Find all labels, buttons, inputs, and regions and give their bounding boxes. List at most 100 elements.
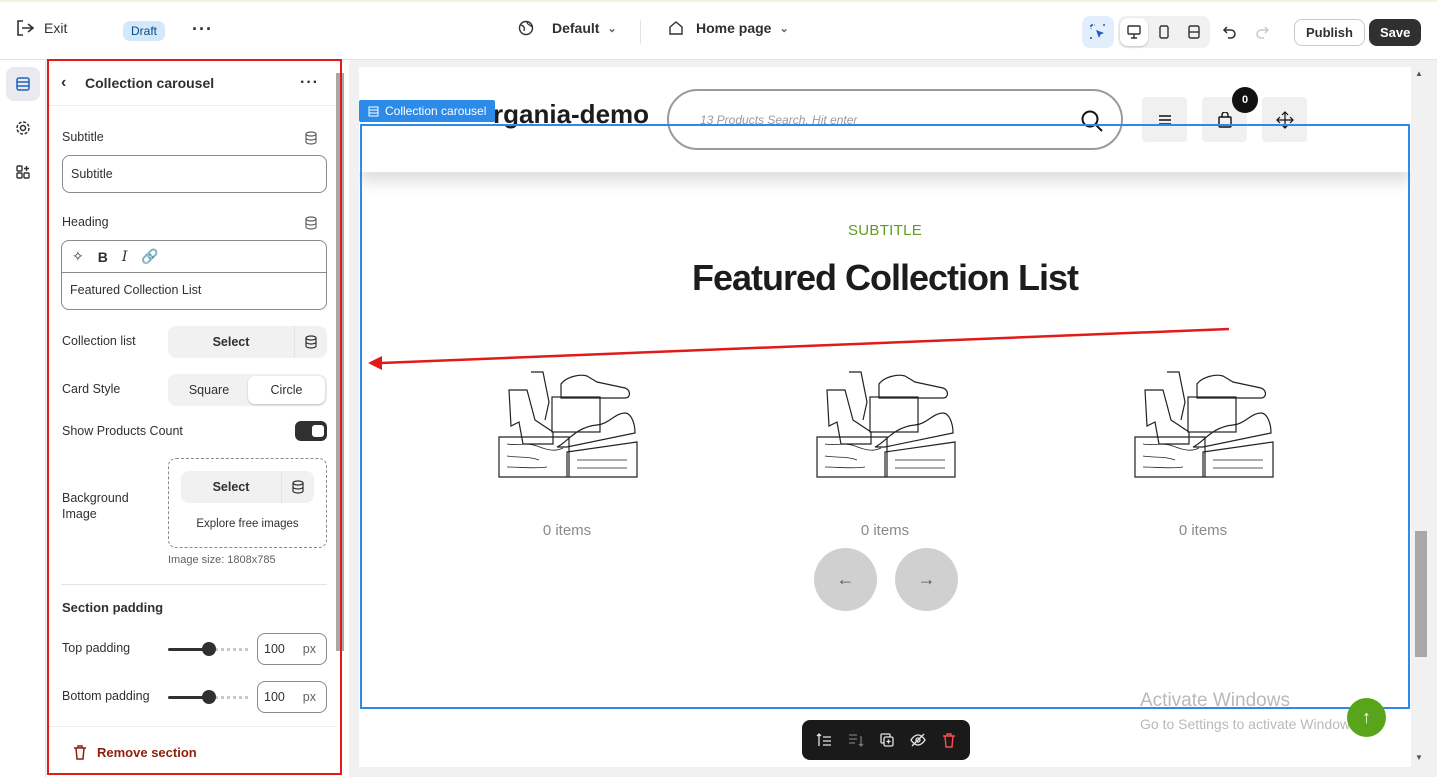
store-logo[interactable]: rgania-demo xyxy=(493,99,649,130)
top-padding-input[interactable]: 100 px xyxy=(257,633,327,665)
card-style-label: Card Style xyxy=(62,382,121,396)
subtitle-input[interactable]: Subtitle xyxy=(62,155,327,193)
rte-toolbar: ✧ B I 🔗 xyxy=(62,241,326,273)
image-select-button[interactable]: Select xyxy=(181,471,281,503)
move-down-icon[interactable] xyxy=(848,733,864,747)
redo-icon[interactable] xyxy=(1246,16,1278,48)
editor-topbar: Exit Draft ··· Default ⌄ Home page ⌄ Pub… xyxy=(0,0,1437,60)
show-products-count-toggle[interactable] xyxy=(295,421,327,441)
settings-gear-icon[interactable] xyxy=(6,111,40,145)
subtitle-label: Subtitle xyxy=(62,130,104,144)
collection-list-label: Collection list xyxy=(62,334,136,348)
ai-sparkle-icon[interactable]: ✧ xyxy=(72,248,84,265)
canvas-scrollbar[interactable]: ▲ ▼ xyxy=(1413,67,1427,767)
search-icon[interactable] xyxy=(1080,109,1104,133)
page-label: Home page xyxy=(696,20,772,36)
undo-icon[interactable] xyxy=(1214,16,1246,48)
collection-item-count: 0 items xyxy=(1178,522,1228,539)
selected-section-tag[interactable]: Collection carousel xyxy=(359,100,496,122)
fullwidth-icon[interactable] xyxy=(1180,18,1208,46)
watermark-subtitle: Go to Settings to activate Windows. xyxy=(1140,716,1361,732)
duplicate-icon[interactable] xyxy=(880,733,894,747)
move-icon[interactable] xyxy=(1262,97,1307,142)
back-chevron-icon[interactable]: ‹ xyxy=(61,74,75,92)
delete-trash-icon[interactable] xyxy=(942,732,956,748)
move-up-icon[interactable] xyxy=(816,733,832,747)
explore-free-images-link[interactable]: Explore free images xyxy=(169,518,326,530)
draft-badge: Draft xyxy=(123,21,166,41)
more-options-icon[interactable]: ··· xyxy=(300,74,319,92)
background-image-label: Background Image xyxy=(62,491,129,521)
heading-input[interactable]: Featured Collection List xyxy=(62,273,326,307)
exit-label: Exit xyxy=(44,20,68,36)
collection-card[interactable]: 0 items xyxy=(1123,352,1283,539)
collection-card[interactable]: 0 items xyxy=(805,352,965,539)
bottom-padding-input[interactable]: 100 px xyxy=(257,681,327,713)
panel-title: Collection carousel xyxy=(85,74,215,91)
carousel-prev-button[interactable]: ← xyxy=(814,548,877,611)
unit-label: px xyxy=(302,642,316,656)
mobile-icon[interactable] xyxy=(1150,18,1178,46)
hide-eye-icon[interactable] xyxy=(910,733,926,747)
link-icon[interactable]: 🔗 xyxy=(141,248,158,265)
page-selector[interactable]: Home page ⌄ xyxy=(668,20,789,36)
trash-icon xyxy=(74,744,86,760)
menu-icon[interactable] xyxy=(1142,97,1187,142)
chevron-down-icon: ⌄ xyxy=(607,22,617,35)
store-search-bar[interactable]: 13 Products Search, Hit enter xyxy=(667,89,1123,150)
publish-button[interactable]: Publish xyxy=(1294,19,1365,46)
inspector-icon[interactable] xyxy=(1082,16,1114,48)
card-style-square[interactable]: Square xyxy=(170,376,248,404)
section-subtitle[interactable]: SUBTITLE xyxy=(359,222,1411,239)
desktop-icon[interactable] xyxy=(1120,18,1148,46)
unit-label: px xyxy=(302,690,316,704)
carousel-next-button[interactable]: → xyxy=(895,548,958,611)
remove-section-label: Remove section xyxy=(97,744,197,760)
slider-handle[interactable] xyxy=(202,690,216,704)
slider-handle[interactable] xyxy=(202,642,216,656)
show-products-count-label: Show Products Count xyxy=(62,424,183,438)
panel-scrollbar[interactable] xyxy=(336,73,344,723)
exit-icon xyxy=(17,20,34,36)
dynamic-source-icon[interactable] xyxy=(281,471,314,503)
remove-section-button[interactable]: Remove section xyxy=(73,745,197,760)
shoes-illustration-icon xyxy=(1134,371,1274,478)
background-image-picker: Select Explore free images xyxy=(168,458,327,548)
dynamic-source-icon[interactable] xyxy=(294,326,327,358)
bottom-padding-label: Bottom padding xyxy=(62,689,150,703)
heading-rich-text-editor[interactable]: ✧ B I 🔗 Featured Collection List xyxy=(61,240,327,310)
watermark-title: Activate Windows xyxy=(1140,690,1290,711)
divider xyxy=(61,584,327,585)
scroll-to-top-button[interactable]: ↑ xyxy=(1347,698,1386,737)
exit-button[interactable]: Exit xyxy=(16,20,67,36)
sections-icon[interactable] xyxy=(6,67,40,101)
cart-count-badge: 0 xyxy=(1232,87,1258,113)
save-button[interactable]: Save xyxy=(1369,19,1422,46)
card-style-circle[interactable]: Circle xyxy=(248,376,325,404)
image-size-note: Image size: 1808x785 xyxy=(168,554,276,566)
editor-sidebar-rail xyxy=(0,60,46,777)
collection-item-count: 0 items xyxy=(860,522,910,539)
collection-card[interactable]: 0 items xyxy=(487,352,647,539)
dynamic-source-icon[interactable] xyxy=(304,216,318,230)
section-heading[interactable]: Featured Collection List xyxy=(359,257,1411,299)
divider xyxy=(640,20,641,44)
bold-icon[interactable]: B xyxy=(98,249,108,265)
shoes-illustration-icon xyxy=(816,371,956,478)
collection-select-button[interactable]: Select xyxy=(168,326,294,358)
collection-picker: Select xyxy=(168,326,327,358)
bottom-padding-slider[interactable] xyxy=(168,690,248,704)
apps-icon[interactable] xyxy=(6,155,40,189)
theme-selector[interactable]: Default ⌄ xyxy=(518,20,617,36)
store-header: rgania-demo 13 Products Search, Hit ente… xyxy=(359,67,1411,172)
italic-icon[interactable]: I xyxy=(122,249,128,265)
top-padding-value: 100 xyxy=(264,642,285,656)
section-tag-label: Collection carousel xyxy=(385,104,487,118)
top-padding-label: Top padding xyxy=(62,641,131,655)
section-settings-panel: ‹ Collection carousel ··· Subtitle Subti… xyxy=(47,60,349,777)
bottom-padding-value: 100 xyxy=(264,690,285,704)
top-padding-slider[interactable] xyxy=(168,642,248,656)
preview-canvas: rgania-demo 13 Products Search, Hit ente… xyxy=(359,67,1411,767)
dynamic-source-icon[interactable] xyxy=(304,131,318,145)
more-options-icon[interactable]: ··· xyxy=(192,19,213,40)
